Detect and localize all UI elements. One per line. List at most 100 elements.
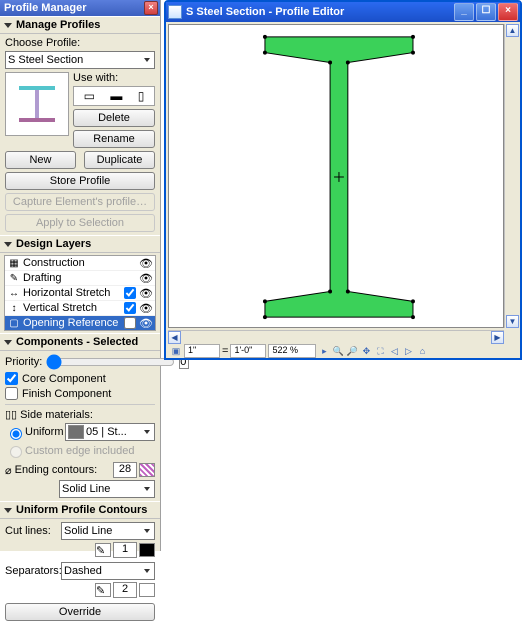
sep-pen-swatch[interactable] xyxy=(139,583,155,597)
duplicate-button[interactable]: Duplicate xyxy=(84,151,155,169)
prev-view-icon[interactable]: ◁ xyxy=(388,345,400,357)
window-close-button[interactable]: × xyxy=(498,3,518,21)
editor-status-bar: ▣ 1" = 1'-0" 522 % ▸ 🔍 🔎 ✥ ⛶ ◁ ▷ ⌂ xyxy=(168,344,520,358)
section-title: Components - Selected xyxy=(16,336,138,348)
core-component-checkbox[interactable] xyxy=(5,372,18,385)
horizontal-scrollbar[interactable]: ◀ ▶ xyxy=(168,330,504,344)
visibility-icon[interactable]: 👁 xyxy=(139,287,153,300)
pen-icon[interactable]: ✎ xyxy=(95,583,111,597)
cut-lines-label: Cut lines: xyxy=(5,525,61,537)
editor-canvas[interactable] xyxy=(168,24,504,328)
sep-weight-value[interactable]: 2 xyxy=(113,582,137,598)
cut-lines-combo[interactable]: Solid Line xyxy=(61,522,155,540)
use-with-toolbar: ▭ ▬ ▯ xyxy=(73,86,155,106)
zoom-in-icon[interactable]: 🔎 xyxy=(346,345,358,357)
layer-checkbox[interactable] xyxy=(124,302,136,314)
separators-combo[interactable]: Dashed xyxy=(61,562,155,580)
panel-close-button[interactable]: × xyxy=(144,1,158,15)
uniform-material-value: 05 | St... xyxy=(86,426,144,438)
disclosure-icon xyxy=(4,242,12,247)
layer-row-vstretch[interactable]: ↕ Vertical Stretch 👁 xyxy=(5,301,155,316)
section-title: Uniform Profile Contours xyxy=(16,504,147,516)
contours-header[interactable]: Uniform Profile Contours xyxy=(0,501,160,519)
column-tool-icon[interactable]: ▯ xyxy=(138,90,145,102)
home-icon[interactable]: ⌂ xyxy=(416,345,428,357)
scroll-down-button[interactable]: ▼ xyxy=(506,315,519,328)
use-with-label: Use with: xyxy=(73,72,155,84)
layer-icon: ▦ xyxy=(7,258,21,269)
override-button[interactable]: Override xyxy=(5,603,155,621)
core-component-label: Core Component xyxy=(22,373,106,385)
scroll-left-button[interactable]: ◀ xyxy=(168,331,181,344)
fit-icon[interactable]: ⛶ xyxy=(374,345,386,357)
scroll-right-button[interactable]: ▶ xyxy=(491,331,504,344)
design-layers-header[interactable]: Design Layers xyxy=(0,235,160,253)
layer-row-construction[interactable]: ▦ Construction 👁 xyxy=(5,256,155,271)
window-minimize-button[interactable]: _ xyxy=(454,3,474,21)
ending-pen-value[interactable]: 28 xyxy=(113,462,137,478)
layer-checkbox[interactable] xyxy=(124,317,136,329)
uniform-material-combo[interactable]: 05 | St... xyxy=(65,423,155,441)
chevron-right-icon xyxy=(144,529,150,533)
capture-profile-button: Capture Element's profile… xyxy=(5,193,155,211)
window-maximize-button[interactable]: ☐ xyxy=(476,3,496,21)
scroll-up-button[interactable]: ▲ xyxy=(506,24,519,37)
scale-right[interactable]: 1'-0" xyxy=(230,344,266,358)
section-title: Manage Profiles xyxy=(16,19,100,31)
chevron-right-icon[interactable]: ▸ xyxy=(318,345,330,357)
new-button[interactable]: New xyxy=(5,151,76,169)
visibility-icon[interactable]: 👁 xyxy=(139,257,153,270)
pan-icon[interactable]: ✥ xyxy=(360,345,372,357)
finish-component-checkbox[interactable] xyxy=(5,387,18,400)
custom-edge-radio xyxy=(10,446,22,458)
zoom-value[interactable]: 522 % xyxy=(268,344,316,358)
separators-label: Separators: xyxy=(5,565,61,577)
store-profile-button[interactable]: Store Profile xyxy=(5,172,155,190)
manage-profiles-header[interactable]: Manage Profiles xyxy=(0,16,160,34)
ending-line-value: Solid Line xyxy=(62,483,144,495)
cut-weight-value[interactable]: 1 xyxy=(113,542,137,558)
rename-button[interactable]: Rename xyxy=(73,130,155,148)
layer-checkbox[interactable] xyxy=(124,287,136,299)
visibility-icon[interactable]: 👁 xyxy=(139,302,153,315)
panel-titlebar: Profile Manager × xyxy=(0,0,160,16)
zoom-out-icon[interactable]: 🔍 xyxy=(332,345,344,357)
custom-edge-label: Custom edge included xyxy=(25,445,134,457)
disclosure-icon xyxy=(4,340,12,345)
layer-row-hstretch[interactable]: ↔ Horizontal Stretch 👁 xyxy=(5,286,155,301)
side-materials-label: Side materials: xyxy=(20,409,93,421)
scale-left[interactable]: 1" xyxy=(184,344,220,358)
layer-name: Vertical Stretch xyxy=(21,302,120,314)
ending-line-combo[interactable]: Solid Line xyxy=(59,480,155,498)
layer-name: Construction xyxy=(21,257,139,269)
wall-tool-icon[interactable]: ▭ xyxy=(84,90,95,102)
cut-lines-value: Solid Line xyxy=(64,525,144,537)
manage-profiles-body: Choose Profile: S Steel Section Use with… xyxy=(0,34,160,235)
cut-pen-swatch[interactable] xyxy=(139,543,155,557)
visibility-icon[interactable]: 👁 xyxy=(139,272,153,285)
delete-button[interactable]: Delete xyxy=(73,109,155,127)
visibility-icon[interactable]: 👁 xyxy=(139,317,153,330)
ending-pen-swatch[interactable] xyxy=(139,463,155,477)
vertical-scrollbar[interactable]: ▲ ▼ xyxy=(504,24,520,328)
chevron-right-icon xyxy=(144,58,150,62)
next-view-icon[interactable]: ▷ xyxy=(402,345,414,357)
priority-slider[interactable] xyxy=(46,354,175,370)
choose-profile-combo[interactable]: S Steel Section xyxy=(5,51,155,69)
choose-profile-value: S Steel Section xyxy=(8,54,144,66)
scale-eq: = xyxy=(222,345,228,357)
scale-icon[interactable]: ▣ xyxy=(170,345,182,357)
profile-editor-window: S Steel Section - Profile Editor _ ☐ × xyxy=(164,0,522,360)
profile-manager-panel: Profile Manager × Manage Profiles Choose… xyxy=(0,0,161,551)
pen-icon[interactable]: ✎ xyxy=(95,543,111,557)
editor-titlebar[interactable]: S Steel Section - Profile Editor _ ☐ × xyxy=(166,2,520,22)
chevron-right-icon xyxy=(144,430,150,434)
beam-tool-icon[interactable]: ▬ xyxy=(110,90,122,102)
uniform-radio[interactable] xyxy=(10,428,22,440)
editor-title: S Steel Section - Profile Editor xyxy=(186,6,454,18)
app-icon xyxy=(168,5,182,19)
layer-row-opening[interactable]: ▢ Opening Reference 👁 xyxy=(5,316,155,330)
ending-contours-label: Ending contours: xyxy=(15,464,113,476)
components-header[interactable]: Components - Selected xyxy=(0,333,160,351)
layer-row-drafting[interactable]: ✎ Drafting 👁 xyxy=(5,271,155,286)
